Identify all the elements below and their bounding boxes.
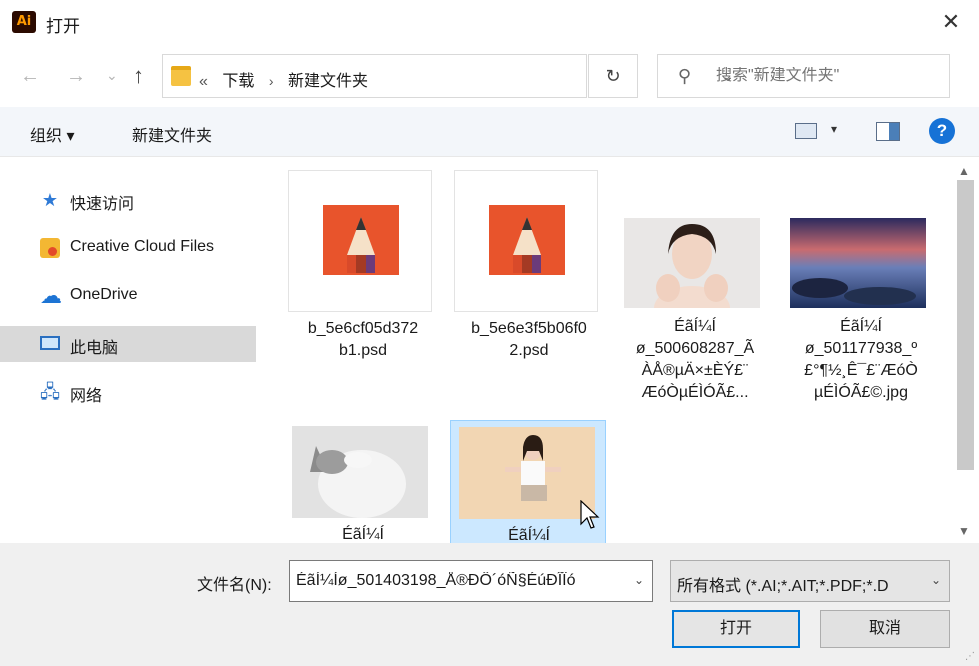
- file-type-dropdown-icon[interactable]: ⌄: [931, 573, 941, 587]
- sidebar-item-creative-cloud[interactable]: Creative Cloud Files: [0, 230, 256, 266]
- help-icon[interactable]: ?: [929, 118, 955, 144]
- cloud-icon: ☁: [40, 283, 62, 308]
- view-options-icon[interactable]: [795, 123, 817, 139]
- creative-cloud-icon: [40, 238, 60, 258]
- filename-dropdown-icon[interactable]: ⌄: [634, 573, 644, 587]
- filename-value[interactable]: ÉãÍ¼Íø_501403198_Å®ÐÔ´óÑ§ÉúÐÎÏó: [296, 572, 626, 590]
- sidebar-item-label: Creative Cloud Files: [70, 238, 215, 255]
- sidebar-item-label: OneDrive: [70, 286, 138, 303]
- breadcrumb-downloads[interactable]: 下载: [222, 73, 254, 90]
- view-options-arrow-icon[interactable]: ▾: [831, 122, 837, 136]
- network-icon: 🖧: [40, 382, 61, 402]
- mouse-cursor-icon: [580, 500, 600, 529]
- title-bar: Ai 打开 ✕: [0, 0, 979, 45]
- file-item[interactable]: b_5e6cf05d372 b1.psd: [288, 170, 438, 370]
- file-item[interactable]: ÉãÍ¼Í: [288, 420, 438, 543]
- seascape-photo-thumbnail: [790, 218, 926, 308]
- sidebar-item-label: 快速访问: [70, 196, 135, 213]
- computer-icon: [40, 336, 60, 350]
- navigation-pane: ★ 快速访问 Creative Cloud Files ☁ OneDrive 此…: [0, 158, 260, 543]
- up-folder-icon[interactable]: ↑: [133, 63, 144, 89]
- preview-pane-icon[interactable]: [876, 122, 900, 141]
- photoshop-sketch-icon: [489, 205, 565, 275]
- file-item[interactable]: b_5e6e3f5b06f0 2.psd: [454, 170, 604, 370]
- breadcrumb: « 下载 › 新建文件夹: [199, 67, 368, 91]
- cancel-button[interactable]: 取消: [820, 610, 950, 648]
- vertical-scrollbar[interactable]: ▲ ▼: [952, 158, 979, 543]
- dialog-footer: 文件名(N): ÉãÍ¼Íø_501403198_Å®ÐÔ´óÑ§ÉúÐÎÏó …: [0, 543, 979, 666]
- photoshop-sketch-icon: [323, 205, 399, 275]
- illustrator-app-icon: Ai: [12, 11, 36, 33]
- open-button[interactable]: 打开: [672, 610, 800, 648]
- search-box[interactable]: ⚲: [657, 54, 950, 98]
- woman-photo-thumbnail: [624, 218, 760, 308]
- back-icon[interactable]: ←: [20, 65, 40, 88]
- filename-field[interactable]: ÉãÍ¼Íø_501403198_Å®ÐÔ´óÑ§ÉúÐÎÏó ⌄: [289, 560, 653, 602]
- breadcrumb-overflow[interactable]: «: [199, 73, 208, 90]
- file-thumbnail: [454, 170, 598, 312]
- breadcrumb-new-folder[interactable]: 新建文件夹: [288, 73, 368, 90]
- file-name: ÉãÍ¼Í ø_500608287_Ã ÀÅ®µÄ×±ÈÝ£¨ ÆóÒµÉÌÓÃ…: [635, 318, 755, 401]
- sidebar-item-onedrive[interactable]: ☁ OneDrive: [0, 278, 256, 314]
- file-thumbnail: [288, 170, 432, 312]
- recent-locations-icon[interactable]: ⌄: [106, 67, 118, 84]
- sidebar-item-label: 网络: [70, 388, 103, 405]
- filename-label: 文件名(N):: [197, 577, 272, 594]
- file-type-value: 所有格式 (*.AI;*.AIT;*.PDF;*.D: [677, 578, 889, 595]
- close-button[interactable]: ✕: [931, 4, 971, 40]
- resize-grip-icon[interactable]: ⋰: [965, 651, 975, 662]
- navigation-bar: ← → ⌄ ↑ « 下载 › 新建文件夹 ⌄ ↻ ⚲: [0, 45, 979, 107]
- sidebar-item-this-pc[interactable]: 此电脑: [0, 326, 256, 362]
- file-name: ÉãÍ¼Í ø_501177938_º £°¶½¸Ê¯£¨ÆóÒ µÉÌÓÃ£©…: [804, 318, 918, 401]
- breadcrumb-separator[interactable]: ›: [269, 73, 274, 89]
- refresh-button[interactable]: ↻: [588, 54, 638, 98]
- scroll-up-icon[interactable]: ▲: [958, 164, 970, 178]
- sidebar-item-network[interactable]: 🖧 网络: [0, 374, 256, 410]
- address-bar[interactable]: « 下载 › 新建文件夹 ⌄: [162, 54, 734, 98]
- organize-button[interactable]: 组织 ▾: [30, 122, 74, 146]
- file-list: b_5e6cf05d372 b1.psd b_5e6e3f5b06f0 2.ps…: [262, 158, 952, 543]
- sidebar-item-label: 此电脑: [70, 340, 119, 357]
- file-name: b_5e6e3f5b06f0 2.psd: [471, 320, 587, 359]
- cat-photo-thumbnail: [292, 426, 428, 518]
- file-name: b_5e6cf05d372 b1.psd: [307, 320, 419, 359]
- scroll-down-icon[interactable]: ▼: [958, 524, 970, 538]
- search-icon: ⚲: [678, 66, 692, 86]
- toolbar: 组织 ▾ 新建文件夹 ▾ ?: [0, 107, 979, 157]
- file-item[interactable]: ÉãÍ¼Í ø_501177938_º £°¶½¸Ê¯£¨ÆóÒ µÉÌÓÃ£©…: [786, 170, 936, 420]
- file-type-select[interactable]: 所有格式 (*.AI;*.AIT;*.PDF;*.D ⌄: [670, 560, 950, 602]
- star-icon: ★: [41, 190, 59, 210]
- file-item[interactable]: ÉãÍ¼Í ø_500608287_Ã ÀÅ®µÄ×±ÈÝ£¨ ÆóÒµÉÌÓÃ…: [620, 170, 770, 420]
- forward-icon[interactable]: →: [66, 65, 86, 88]
- girl-photo-thumbnail: [459, 427, 595, 519]
- new-folder-button[interactable]: 新建文件夹: [132, 122, 212, 146]
- scroll-thumb[interactable]: [957, 180, 974, 470]
- dialog-title: 打开: [46, 17, 80, 36]
- folder-icon: [171, 66, 191, 86]
- sidebar-item-quick-access[interactable]: ★ 快速访问: [0, 182, 256, 218]
- search-input[interactable]: [716, 67, 941, 85]
- file-name: ÉãÍ¼Í: [342, 526, 384, 543]
